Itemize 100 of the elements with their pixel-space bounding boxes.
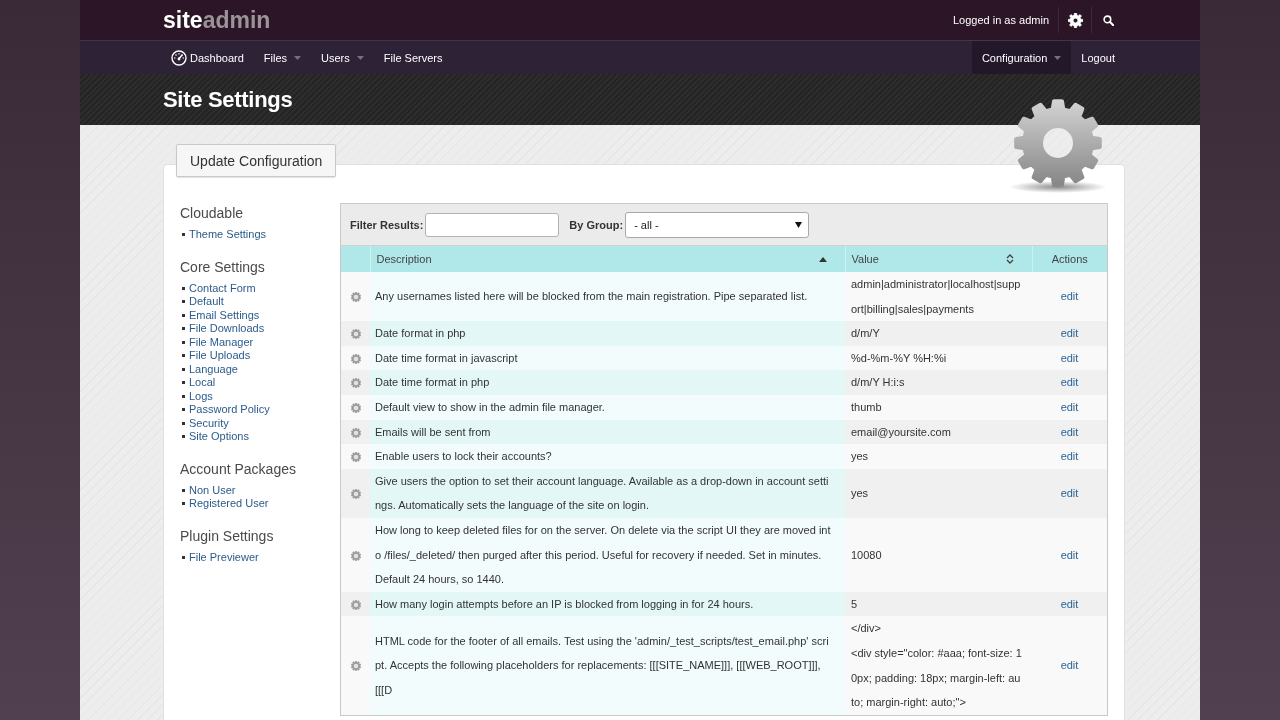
sort-ascending-icon <box>818 256 827 262</box>
gear-icon <box>350 599 361 610</box>
edit-link[interactable]: edit <box>1060 659 1079 672</box>
bullet-icon <box>182 555 185 559</box>
sidebar-link[interactable]: File Manager <box>189 335 254 349</box>
setting-value: 5 <box>845 591 1032 617</box>
setting-description: How long to keep deleted files for on the server. On delete via the script UI they are moved into /files/_deleted/ then purged after this period. Useful for recovery if needed. Set in minutes. Default 24 hours, so 1440. <box>370 517 845 592</box>
caret-icon <box>294 55 302 60</box>
sidebar-link[interactable]: File Uploads <box>189 349 251 363</box>
gear-icon <box>350 550 361 561</box>
nav-item[interactable]: Users <box>311 41 374 74</box>
bullet-icon <box>182 408 185 412</box>
sidebar-link[interactable]: Local <box>189 376 216 390</box>
sidebar-heading: Account Packages <box>180 459 297 479</box>
gear-icon <box>350 489 361 500</box>
bullet-icon <box>182 300 185 304</box>
gear-icon <box>350 452 361 463</box>
bullet-icon <box>182 435 185 439</box>
sidebar-link[interactable]: Password Policy <box>189 403 270 417</box>
bullet-icon <box>182 394 185 398</box>
sidebar-link[interactable]: Theme Settings <box>189 228 267 242</box>
setting-value: d/m/Y <box>845 321 1032 346</box>
bullet-icon <box>182 233 185 237</box>
setting-description: How many login attempts before an IP is blocked from logging in for 24 hours. <box>370 591 845 617</box>
edit-link[interactable]: edit <box>1060 425 1079 438</box>
sidebar-link[interactable]: Default <box>189 295 224 309</box>
edit-link[interactable]: edit <box>1060 376 1079 389</box>
setting-description: Default view to show in the admin file manager. <box>370 394 845 420</box>
edit-link[interactable]: edit <box>1060 597 1079 610</box>
column-header[interactable]: Value <box>845 246 1032 272</box>
bullet-icon <box>182 488 185 492</box>
sidebar-heading: Cloudable <box>180 204 245 223</box>
gear-icon <box>350 427 361 438</box>
edit-link[interactable]: edit <box>1060 450 1079 463</box>
gear-icon <box>350 403 361 414</box>
setting-description: Give users the option to set their account language. Available as a drop-down in account settings. Automatically sets the language of the site on login. <box>370 468 845 518</box>
bullet-icon <box>182 381 185 385</box>
nav-item[interactable]: Configuration <box>971 41 1072 74</box>
gear-icon <box>350 661 361 672</box>
setting-description: Date format in php <box>370 321 845 346</box>
sidebar-link[interactable]: Security <box>189 416 229 430</box>
filter-label: Filter Results: <box>350 218 424 231</box>
group-label: By Group: <box>569 218 624 231</box>
setting-value: %d-%m-%Y %H:%i <box>845 345 1032 371</box>
sidebar-link[interactable]: Site Options <box>189 430 249 444</box>
edit-link[interactable]: edit <box>1060 487 1079 500</box>
gear-icon <box>350 329 361 340</box>
sidebar-link[interactable]: Language <box>189 362 238 376</box>
edit-link[interactable]: edit <box>1060 400 1079 413</box>
gauge-icon <box>171 49 187 66</box>
sidebar-link[interactable]: Registered User <box>189 497 269 511</box>
edit-link[interactable]: edit <box>1060 548 1079 561</box>
bullet-icon <box>182 354 185 358</box>
nav-item[interactable]: Dashboard <box>161 41 254 74</box>
caret-icon <box>1054 55 1062 60</box>
sort-icon <box>1005 254 1014 264</box>
sidebar-link[interactable]: Contact Form <box>189 281 256 295</box>
nav-item[interactable]: Files <box>253 41 312 74</box>
nav-item[interactable]: Logout <box>1071 41 1125 74</box>
setting-description: Date time format in php <box>370 370 845 395</box>
sidebar-heading: Plugin Settings <box>180 526 275 546</box>
nav-item[interactable]: File Servers <box>373 41 453 74</box>
edit-link[interactable]: edit <box>1060 290 1079 303</box>
sidebar-link[interactable]: File Previewer <box>189 550 259 564</box>
setting-value: email@yoursite.com <box>845 419 1032 445</box>
bullet-icon <box>182 367 185 371</box>
user-label: Logged in as admin <box>953 14 1050 26</box>
bullet-icon <box>182 421 185 425</box>
gear-icon <box>350 353 361 364</box>
bullet-icon <box>182 327 185 331</box>
filter-input[interactable] <box>425 212 560 237</box>
edit-link[interactable]: edit <box>1060 327 1079 340</box>
bullet-icon <box>182 286 185 290</box>
setting-value: yes <box>845 468 1032 518</box>
setting-value: thumb <box>845 394 1032 420</box>
edit-link[interactable]: edit <box>1060 351 1079 364</box>
gear-icon <box>350 378 361 389</box>
gear-icon <box>350 292 361 303</box>
site-logo[interactable]: siteadmin <box>163 8 271 32</box>
settings-icon[interactable] <box>1067 12 1083 28</box>
setting-value: yes <box>845 444 1032 469</box>
sidebar-link[interactable]: File Downloads <box>189 322 265 336</box>
page-title: Site Settings <box>163 86 293 113</box>
bullet-icon <box>182 502 185 506</box>
setting-value: 10080 <box>845 517 1032 592</box>
group-select[interactable]: - all - <box>625 211 810 238</box>
column-header[interactable]: Description <box>370 246 845 272</box>
header-cell <box>341 246 370 272</box>
sidebar-link[interactable]: Non User <box>189 483 236 497</box>
setting-value: </div> <div style="color: #aaa; font-size: 10px; padding: 18px; margin-left: auto; margin-right: auto;"> <box>845 616 1032 715</box>
column-header[interactable]: Actions <box>1032 246 1107 272</box>
bullet-icon <box>182 340 185 344</box>
setting-value: d/m/Y H:i:s <box>845 370 1032 395</box>
search-icon[interactable] <box>1102 14 1114 26</box>
setting-description: Emails will be sent from <box>370 419 845 445</box>
bullet-icon <box>182 313 185 317</box>
sidebar-link[interactable]: Logs <box>189 389 213 403</box>
sidebar-link[interactable]: Email Settings <box>189 308 260 322</box>
update-configuration-button[interactable]: Update Configuration <box>176 144 337 177</box>
setting-description: HTML code for the footer of all emails. Test using the 'admin/_test_scripts/test_email.php' script. Accepts the following placeholders for replacements: [[[SITE_NAME]]], [[[WEB_ROOT]]], [[[D <box>370 616 845 715</box>
